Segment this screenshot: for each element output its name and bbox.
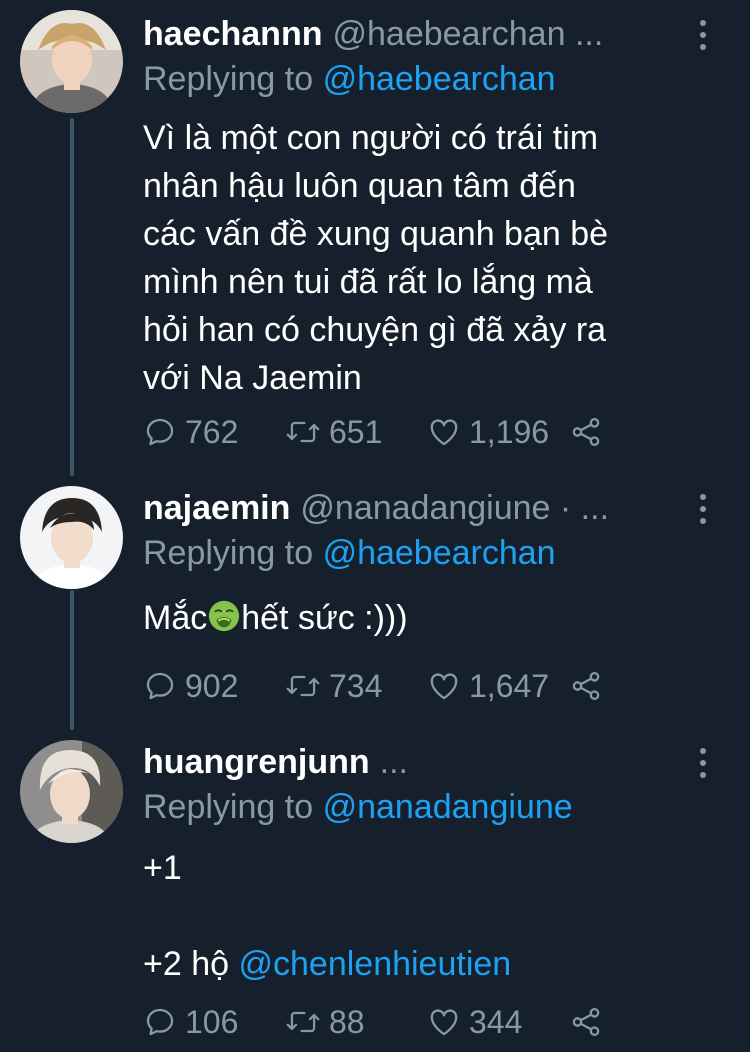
tweet-text-line: với Na Jaemin (143, 359, 362, 397)
replying-to-mention[interactable]: @haebearchan (323, 534, 556, 572)
tweet-text-after-emoji: hết sức :))) (241, 599, 408, 637)
tweet[interactable]: huangrenjunn ... Replying to @nanadangiu… (0, 738, 750, 1052)
tweet-text-line: hỏi han có chuyện gì đã xảy ra (143, 311, 607, 349)
like-button[interactable]: 344 (427, 1004, 569, 1041)
share-button[interactable] (569, 415, 603, 449)
tweet-text-line: các vấn đề xung quanh bạn bè (143, 215, 609, 253)
tweet-text: Mắc hết sức :))) (143, 594, 408, 642)
username[interactable]: @haebearchan ... (332, 15, 603, 54)
heart-icon (430, 1009, 458, 1036)
tweet-text-line: mình nên tui đã rất lo lắng mà (143, 263, 593, 301)
avatar[interactable] (20, 740, 123, 843)
tweet-text: +1 +2 hộ @chenlenhieutien (143, 844, 511, 988)
replying-to: Replying to @haebearchan (143, 534, 556, 573)
tweet[interactable]: haechannn @haebearchan ... Replying to @… (0, 10, 750, 470)
speech-bubble-icon (146, 418, 174, 446)
more-options-icon[interactable] (696, 20, 710, 50)
replying-prefix: Replying to (143, 788, 314, 826)
tweet-text-line: +1 (143, 849, 182, 887)
tweet-text-line: +2 hộ @chenlenhieutien (143, 940, 511, 988)
tweet-header: huangrenjunn ... (143, 740, 408, 784)
tweet-header: najaemin @nanadangiune · ... (143, 486, 609, 530)
replying-to: Replying to @haebearchan (143, 60, 556, 99)
like-count: 1,647 (469, 667, 550, 704)
share-button[interactable] (569, 1005, 603, 1039)
retweet-count: 88 (329, 1003, 365, 1040)
retweet-button[interactable]: 651 (285, 414, 427, 451)
reply-count: 106 (185, 1003, 239, 1040)
retweet-icon (286, 675, 320, 697)
more-options-icon[interactable] (696, 748, 710, 778)
retweet-button[interactable]: 88 (285, 1004, 427, 1041)
reply-button[interactable]: 106 (143, 1004, 285, 1041)
display-name[interactable]: najaemin (143, 489, 290, 528)
replying-prefix: Replying to (143, 60, 314, 98)
reply-count: 762 (185, 413, 239, 450)
share-icon (572, 417, 600, 447)
tweet-actions: 902 734 1,647 (143, 666, 603, 706)
replying-prefix: Replying to (143, 534, 314, 572)
display-name[interactable]: haechannn (143, 15, 322, 54)
avatar[interactable] (20, 10, 123, 113)
replying-to: Replying to @nanadangiune (143, 788, 573, 827)
username[interactable]: @nanadangiune · ... (300, 489, 609, 528)
mention-link[interactable]: @chenlenhieutien (238, 945, 511, 983)
username[interactable]: ... (380, 743, 408, 782)
like-button[interactable]: 1,647 (427, 668, 569, 705)
tweet-actions: 762 651 1,196 (143, 412, 603, 452)
tweet-text-line: Vì là một con người có trái tim (143, 119, 599, 157)
retweet-icon (286, 1011, 320, 1033)
tweet-text-prefix: +2 hộ (143, 945, 230, 983)
nauseated-face-emoji (209, 600, 240, 632)
heart-icon (430, 419, 458, 446)
more-options-icon[interactable] (696, 494, 710, 524)
tweet-actions: 106 88 344 (143, 1002, 603, 1042)
replying-to-mention[interactable]: @haebearchan (323, 60, 556, 98)
like-count: 1,196 (469, 413, 550, 450)
reply-button[interactable]: 762 (143, 414, 285, 451)
retweet-count: 734 (329, 667, 383, 704)
retweet-count: 651 (329, 413, 383, 450)
speech-bubble-icon (146, 672, 174, 700)
tweet-text-before-emoji: Mắc (143, 599, 208, 637)
replying-to-mention[interactable]: @nanadangiune (323, 788, 573, 826)
heart-icon (430, 673, 458, 700)
speech-bubble-icon (146, 1008, 174, 1036)
like-count: 344 (469, 1003, 523, 1040)
avatar[interactable] (20, 486, 123, 589)
tweet-text: Vì là một con người có trái tim nhân hậu… (143, 114, 608, 402)
retweet-button[interactable]: 734 (285, 668, 427, 705)
like-button[interactable]: 1,196 (427, 414, 569, 451)
reply-button[interactable]: 902 (143, 668, 285, 705)
display-name[interactable]: huangrenjunn (143, 743, 370, 782)
tweet-header: haechannn @haebearchan ... (143, 12, 603, 56)
retweet-icon (286, 421, 320, 443)
share-icon (572, 1007, 600, 1037)
tweet[interactable]: najaemin @nanadangiune · ... Replying to… (0, 484, 750, 714)
share-button[interactable] (569, 669, 603, 703)
reply-count: 902 (185, 667, 239, 704)
tweet-text-line: nhân hậu luôn quan tâm đến (143, 167, 576, 205)
share-icon (572, 671, 600, 701)
